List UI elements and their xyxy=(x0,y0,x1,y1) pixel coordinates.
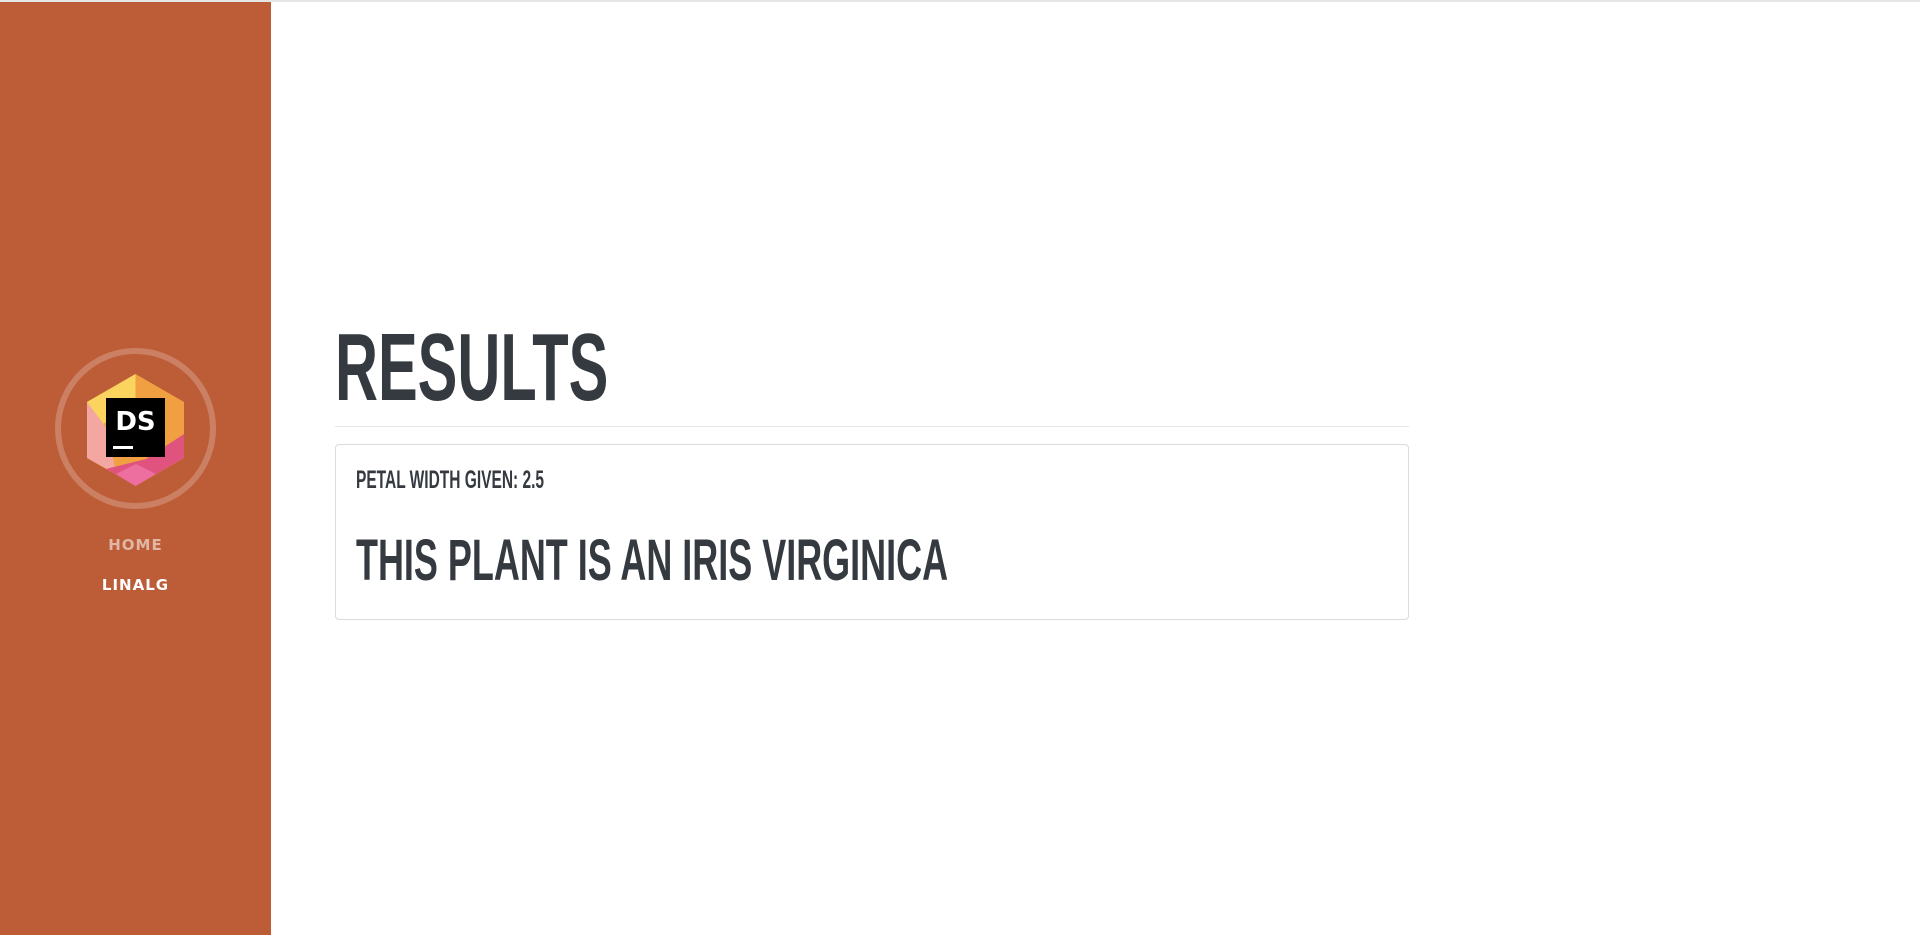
nav-link-home[interactable]: HOME xyxy=(0,532,271,572)
result-card: PETAL WIDTH GIVEN: 2.5 THIS PLANT IS AN … xyxy=(335,444,1409,620)
datascience-logo-icon: DS xyxy=(87,374,184,486)
brand-avatar[interactable]: DS xyxy=(55,348,216,509)
page-title: RESULTS xyxy=(335,314,609,421)
logo-text: DS xyxy=(115,407,155,437)
sidebar: DS HOME LINALG xyxy=(0,2,271,935)
prediction-result: THIS PLANT IS AN IRIS VIRGINICA xyxy=(356,528,949,593)
divider xyxy=(335,426,1409,427)
side-nav: HOME LINALG xyxy=(0,532,271,612)
petal-width-given: PETAL WIDTH GIVEN: 2.5 xyxy=(356,466,545,494)
top-border xyxy=(0,0,1920,2)
nav-link-linalg[interactable]: LINALG xyxy=(0,572,271,612)
